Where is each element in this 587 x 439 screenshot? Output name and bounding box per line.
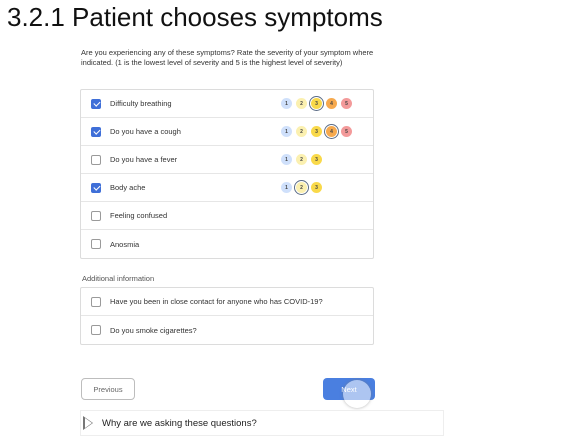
additional-row[interactable]: Have you been in close contact for anyon…	[81, 288, 373, 316]
additional-checkbox[interactable]	[91, 325, 101, 335]
severity-level-button[interactable]: 3	[311, 154, 322, 165]
symptom-row[interactable]: Body ache 1 2 3	[81, 174, 373, 202]
severity-level-button[interactable]: 3	[309, 96, 324, 111]
previous-button[interactable]: Previous	[81, 378, 135, 400]
additional-checkbox[interactable]	[91, 296, 101, 307]
severity-level-button[interactable]: 2	[294, 180, 309, 195]
symptom-row[interactable]: Anosmia	[81, 230, 373, 258]
severity-level-button[interactable]: 2	[296, 126, 307, 137]
why-asking-disclosure[interactable]: Why are we asking these questions?	[80, 410, 444, 436]
severity-selector: 12345	[281, 124, 352, 139]
cursor-indicator	[343, 380, 371, 408]
symptom-row[interactable]: Difficulty breathing 1 2 3 4 5	[81, 90, 373, 118]
symptom-checkbox[interactable]	[91, 239, 101, 249]
symptom-checkbox[interactable]	[91, 210, 101, 221]
symptom-label: Anosmia	[110, 239, 140, 249]
severity-selector: 12345	[281, 96, 352, 111]
symptom-label: Difficulty breathing	[110, 99, 172, 108]
severity-level-button[interactable]: 5	[341, 98, 352, 109]
additional-label: Do you smoke cigarettes?	[110, 325, 197, 335]
symptom-checkbox[interactable]	[91, 126, 101, 137]
additional-label: Have you been in close contact for anyon…	[110, 297, 323, 306]
symptoms-panel: Difficulty breathing 1 2 3 4 5 Do you have a c…	[80, 89, 374, 259]
severity-level-button[interactable]: 1	[281, 154, 292, 165]
symptom-row[interactable]: Do you have a cough 1 2 3 4 5	[81, 118, 373, 146]
severity-selector: 123	[281, 154, 322, 165]
additional-row[interactable]: Do you smoke cigarettes?	[81, 316, 373, 344]
symptom-row[interactable]: Do you have a fever 1 2 3	[81, 146, 373, 174]
severity-level-button[interactable]: 1	[281, 98, 292, 109]
symptom-label: Feeling confused	[110, 211, 168, 220]
symptom-checkbox[interactable]	[91, 182, 101, 193]
symptom-label: Do you have a fever	[110, 155, 178, 164]
why-asking-text: Why are we asking these questions?	[102, 417, 257, 429]
severity-level-button[interactable]: 4	[326, 98, 337, 109]
severity-level-button[interactable]: 2	[296, 98, 307, 109]
severity-level-button[interactable]: 3	[311, 182, 322, 193]
symptom-row[interactable]: Feeling confused	[81, 202, 373, 230]
symptom-label: Body ache	[110, 183, 146, 192]
symptom-checkbox[interactable]	[91, 98, 101, 109]
page-title: 3.2.1 Patient chooses symptoms	[7, 2, 383, 32]
additional-info-label: Additional information	[82, 274, 155, 283]
severity-level-button[interactable]: 3	[311, 126, 322, 137]
severity-selector: 123	[281, 180, 322, 195]
severity-level-button[interactable]: 5	[341, 126, 352, 137]
severity-level-button[interactable]: 1	[281, 126, 292, 137]
disclosure-triangle-icon[interactable]	[83, 416, 93, 430]
severity-level-button[interactable]: 1	[281, 182, 292, 193]
symptom-checkbox[interactable]	[91, 154, 101, 165]
intro-text: Are you experiencing any of these sympto…	[81, 48, 374, 67]
severity-level-button[interactable]: 4	[324, 124, 339, 139]
additional-info-panel: Have you been in close contact for anyon…	[80, 287, 374, 345]
severity-level-button[interactable]: 2	[296, 154, 307, 165]
symptom-label: Do you have a cough	[110, 127, 181, 136]
